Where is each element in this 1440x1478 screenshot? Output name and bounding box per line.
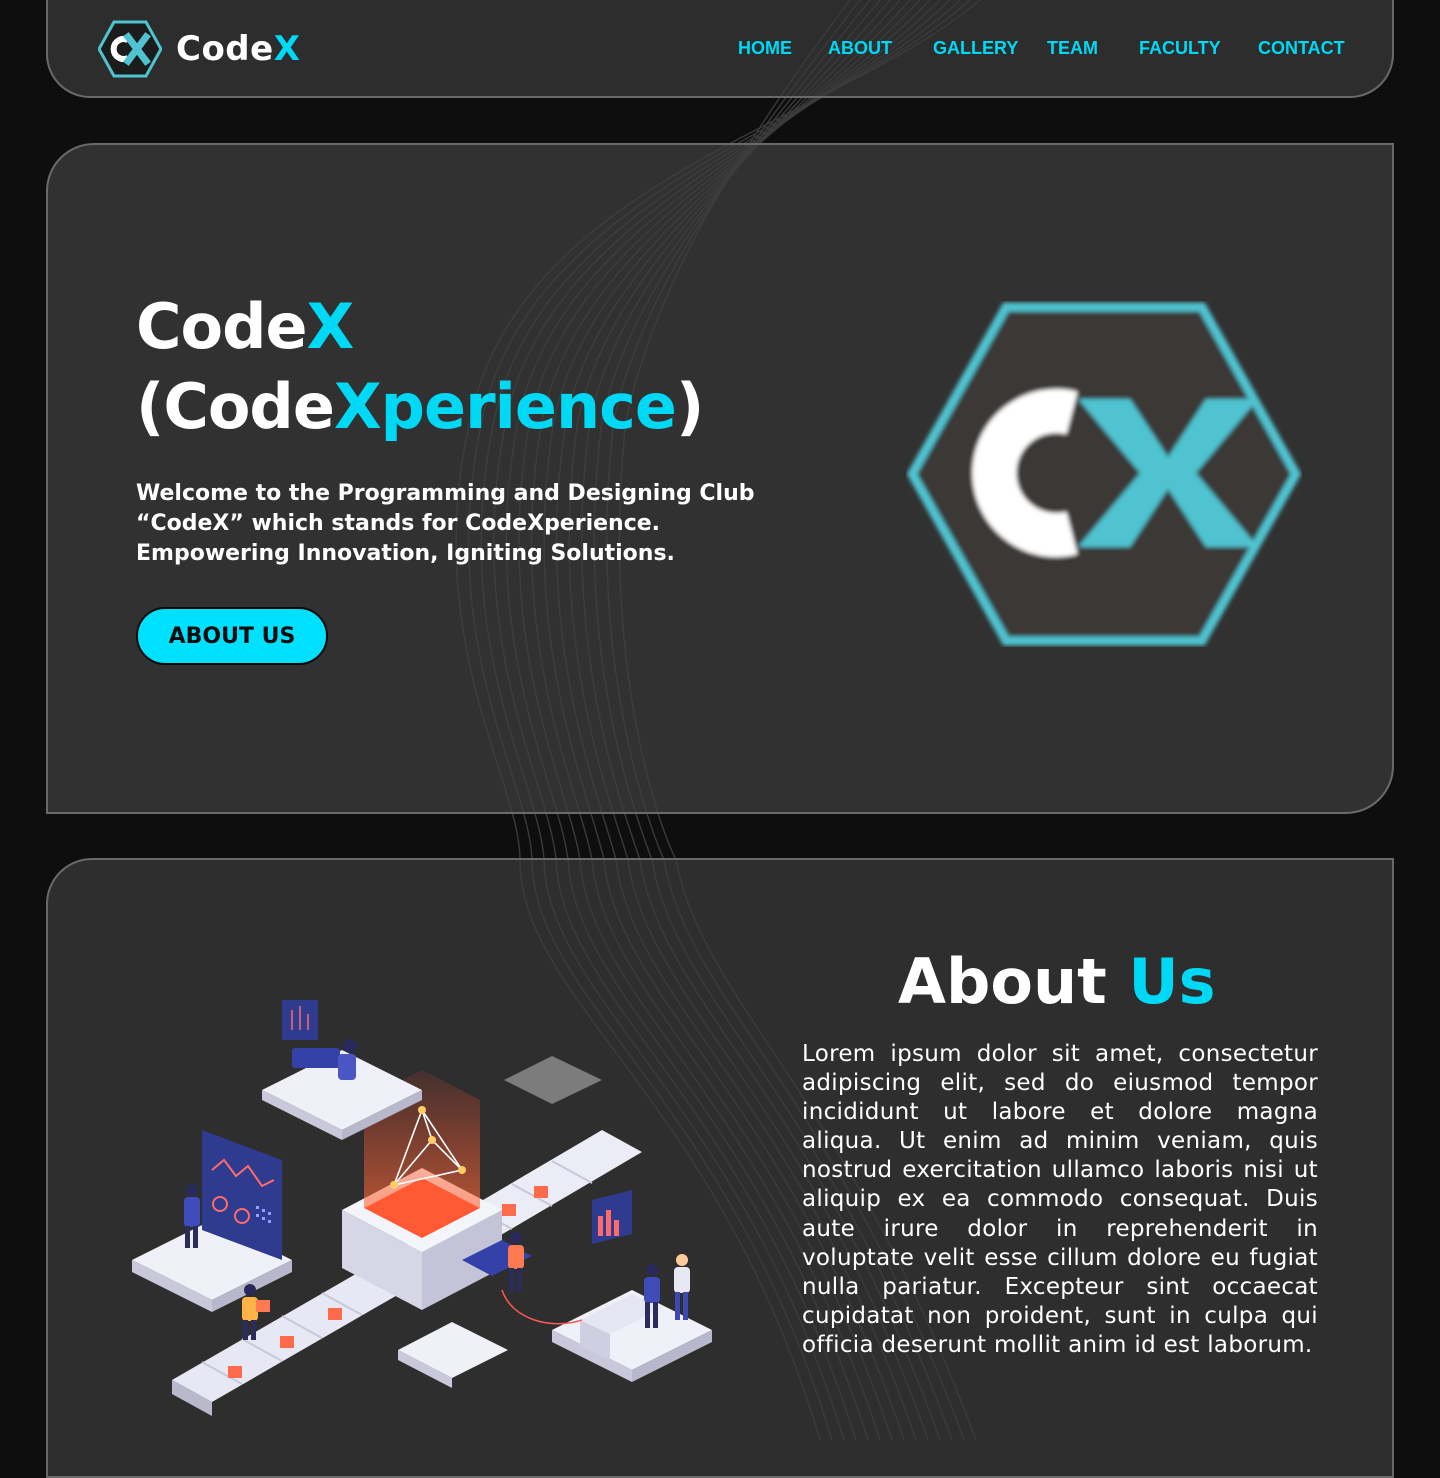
about-heading: About Us bbox=[898, 944, 1216, 1020]
nav-home[interactable]: HOME bbox=[738, 38, 792, 59]
hero-title-open: (Code bbox=[136, 370, 335, 443]
hero-title-line2: (CodeXperience) bbox=[136, 370, 704, 443]
about-heading-main: About bbox=[898, 945, 1129, 1018]
about-body-text: Lorem ipsum dolor sit amet, consectetur … bbox=[802, 1041, 1318, 1358]
brand-name-main: Code bbox=[176, 29, 274, 69]
hero-title-close: ) bbox=[675, 370, 704, 443]
about-us-button[interactable]: ABOUT US bbox=[136, 607, 328, 665]
hero-title-code: Code bbox=[136, 290, 308, 363]
hero-description: Welcome to the Programming and Designing… bbox=[136, 481, 755, 566]
about-section: About Us Lorem ipsum dolor sit amet, con… bbox=[46, 858, 1394, 1478]
nav-team[interactable]: TEAM bbox=[1047, 38, 1098, 59]
navbar: CodeX HOME ABOUT GALLERY TEAM FACULTY CO… bbox=[46, 0, 1394, 98]
hero-section: CodeX (CodeXperience) Welcome to the Pro… bbox=[46, 143, 1394, 814]
brand-name: CodeX bbox=[176, 29, 300, 69]
brand-name-accent: X bbox=[273, 29, 301, 69]
nav-faculty[interactable]: FACULTY bbox=[1139, 38, 1221, 59]
brand[interactable]: CodeX bbox=[98, 20, 300, 78]
hero-title-x: X bbox=[306, 290, 355, 363]
codex-hero-logo-icon bbox=[906, 302, 1302, 646]
hero-title-line1: CodeX bbox=[136, 290, 355, 363]
isometric-tech-illustration bbox=[132, 1000, 712, 1416]
nav-contact[interactable]: CONTACT bbox=[1258, 38, 1345, 59]
codex-logo-icon bbox=[98, 20, 162, 78]
nav-about[interactable]: ABOUT bbox=[828, 38, 892, 59]
nav-gallery[interactable]: GALLERY bbox=[933, 38, 1018, 59]
hero-title: CodeX (CodeXperience) bbox=[136, 287, 704, 447]
about-heading-accent: Us bbox=[1128, 945, 1216, 1018]
hero-title-xperience: Xperience bbox=[333, 370, 677, 443]
